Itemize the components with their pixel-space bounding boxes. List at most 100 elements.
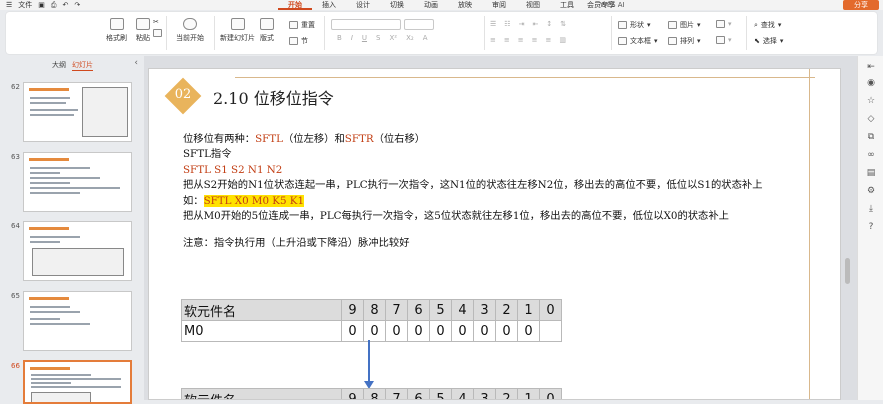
text-direction-icon[interactable]: ⇅ [560, 20, 566, 28]
wps-ai-button[interactable]: WPS AI [600, 1, 625, 9]
menu-icon[interactable]: ☰ [6, 1, 12, 9]
font-size-select[interactable] [404, 19, 434, 30]
star-icon[interactable]: ☆ [866, 96, 876, 106]
scissors-icon: ✂ [153, 18, 159, 26]
shift-arrow [368, 340, 370, 384]
line-spacing-icon[interactable]: ↕ [546, 20, 552, 28]
ribbon-toolbar: 格式刷 粘贴 ✂ 当前开始 新建幻灯片 版式 重置 节 B I U S X² X… [6, 12, 877, 54]
shape-button[interactable]: 形状 ▾ [618, 20, 651, 30]
layout-icon [260, 18, 274, 30]
italic-icon[interactable]: I [351, 34, 353, 42]
strike-icon[interactable]: S [376, 34, 380, 42]
numbering-icon[interactable]: ☷ [504, 20, 510, 28]
slide-number: 64 [11, 222, 20, 230]
slide-number: 65 [11, 292, 20, 300]
collapse-sidebar-icon[interactable]: ⇤ [866, 62, 876, 72]
slide-number: 63 [11, 153, 20, 161]
tab-slides[interactable]: 幻灯片 [72, 60, 93, 71]
text-line: 把从S2开始的N1位状态连起一串，PLC执行一次指令，这N1位的状态往左移N2位… [183, 179, 763, 192]
bullets-icon[interactable]: ☰ [490, 20, 496, 28]
redo-icon[interactable]: ↷ [74, 1, 80, 9]
tab-insert[interactable]: 插入 [312, 0, 346, 10]
right-sidebar: ⇤ ◉ ☆ ◇ ⧉ ∞ ▤ ⚙ ⤓ ? [857, 56, 883, 400]
arrange-icon [668, 37, 677, 45]
save-icon[interactable]: ▣ [38, 1, 45, 9]
text-line: 如：SFTL X0 M0 K5 K1 [183, 194, 305, 207]
print-icon[interactable]: ⎙ [51, 1, 57, 10]
text-line: 把从M0开始的5位连成一串，PLC每执行一次指令，这5位状态就往左移1位，移出去… [183, 210, 729, 223]
superscript-icon[interactable]: X² [389, 34, 397, 42]
font-name-select[interactable] [331, 19, 401, 30]
tab-transition[interactable]: 切换 [380, 0, 414, 10]
picture-button[interactable]: 图片 ▾ [668, 20, 701, 30]
vertical-scrollbar[interactable] [845, 258, 850, 284]
align-right-icon[interactable]: ≡ [518, 36, 524, 44]
arrange-button[interactable]: 排列 ▾ [668, 36, 701, 46]
tab-outline[interactable]: 大纲 [52, 60, 66, 70]
paragraph-group-1: ☰ ☷ ⇥ ⇤ ↕ ⇅ [490, 20, 566, 28]
textbox-button[interactable]: 文本框 ▾ [618, 36, 658, 46]
slide-thumbnail-65[interactable] [23, 291, 132, 351]
slide-body-text[interactable]: 位移位有两种：SFTL（位左移）和SFTR（位右移） SFTL指令 SFTL S… [183, 132, 783, 252]
slide-number: 66 [11, 362, 20, 370]
shape-fill-button[interactable]: ▾ [716, 20, 732, 28]
layers-icon[interactable]: ⧉ [866, 132, 876, 142]
link-icon[interactable]: ∞ [866, 150, 876, 160]
slide-thumbnail-64[interactable] [23, 221, 132, 281]
justify-icon[interactable]: ≡ [532, 36, 538, 44]
select-button[interactable]: ⬉ 选择 ▾ [754, 36, 783, 46]
start-from-current-button[interactable]: 当前开始 [176, 18, 204, 43]
distribute-icon[interactable]: ≡ [546, 36, 552, 44]
align-center-icon[interactable]: ≡ [504, 36, 510, 44]
bold-icon[interactable]: B [337, 34, 342, 42]
tab-design[interactable]: 设计 [346, 0, 380, 10]
share-button[interactable]: 分享 [843, 0, 879, 10]
slide-canvas[interactable]: 02 2.10 位移位指令 位移位有两种：SFTL（位左移）和SFTR（位右移）… [148, 68, 841, 400]
undo-icon[interactable]: ↶ [63, 1, 69, 9]
section-icon [289, 37, 298, 45]
align-left-icon[interactable]: ≡ [490, 36, 496, 44]
collapse-panel-icon[interactable]: ‹ [134, 58, 138, 68]
tab-tools[interactable]: 工具 [550, 0, 584, 10]
shape-outline-button[interactable]: ▾ [716, 36, 732, 44]
copy-icon [153, 29, 162, 37]
new-slide-button[interactable]: 新建幻灯片 [220, 18, 255, 43]
slide-thumbnail-panel: 大纲 幻灯片 ‹ 62 63 64 65 66 [0, 56, 144, 404]
note-line: 注意：指令执行用（上升沿或下降沿）脉冲比较好 [183, 237, 410, 250]
help-icon[interactable]: ? [866, 222, 876, 232]
settings-icon[interactable]: ⚙ [866, 186, 876, 196]
chart-icon[interactable]: ▤ [866, 168, 876, 178]
slide-editor[interactable]: 02 2.10 位移位指令 位移位有两种：SFTL（位左移）和SFTR（位右移）… [144, 56, 857, 400]
format-painter-button[interactable]: 格式刷 [106, 18, 127, 43]
cut-button[interactable]: ✂ [153, 18, 159, 26]
location-icon[interactable]: ◉ [866, 78, 876, 88]
tab-view[interactable]: 视图 [516, 0, 550, 10]
table-header-name: 软元件名 [181, 388, 342, 399]
download-icon[interactable]: ⤓ [866, 204, 876, 214]
slide-title[interactable]: 2.10 位移位指令 [213, 85, 334, 109]
tab-slideshow[interactable]: 放映 [448, 0, 482, 10]
table-row-label: M0 [181, 320, 342, 342]
copy-button[interactable] [153, 29, 162, 37]
slide-thumbnail-66[interactable] [23, 360, 132, 404]
reset-button[interactable]: 重置 [289, 20, 315, 30]
tab-review[interactable]: 审阅 [482, 0, 516, 10]
columns-icon[interactable]: ▥ [559, 36, 566, 44]
underline-icon[interactable]: U [362, 34, 367, 42]
tab-home[interactable]: 开始 [278, 0, 312, 10]
tab-animation[interactable]: 动画 [414, 0, 448, 10]
layout-button[interactable]: 版式 [260, 18, 274, 43]
shape-icon [618, 21, 627, 29]
file-menu[interactable]: 文件 [18, 0, 32, 10]
outdent-icon[interactable]: ⇤ [532, 20, 538, 28]
paste-button[interactable]: 粘贴 [136, 18, 150, 43]
register-table-before: 软元件名 9 8 7 6 5 4 3 2 1 0 M0 0 0 0 0 0 0 … [181, 299, 562, 342]
find-button[interactable]: ⌕ 查找 ▾ [754, 20, 781, 30]
font-color-icon[interactable]: A [423, 34, 428, 42]
slide-thumbnail-62[interactable] [23, 82, 132, 142]
section-button[interactable]: 节 [289, 36, 308, 46]
subscript-icon[interactable]: X₂ [406, 34, 414, 42]
slide-thumbnail-63[interactable] [23, 152, 132, 212]
indent-icon[interactable]: ⇥ [519, 20, 525, 28]
shape-panel-icon[interactable]: ◇ [866, 114, 876, 124]
